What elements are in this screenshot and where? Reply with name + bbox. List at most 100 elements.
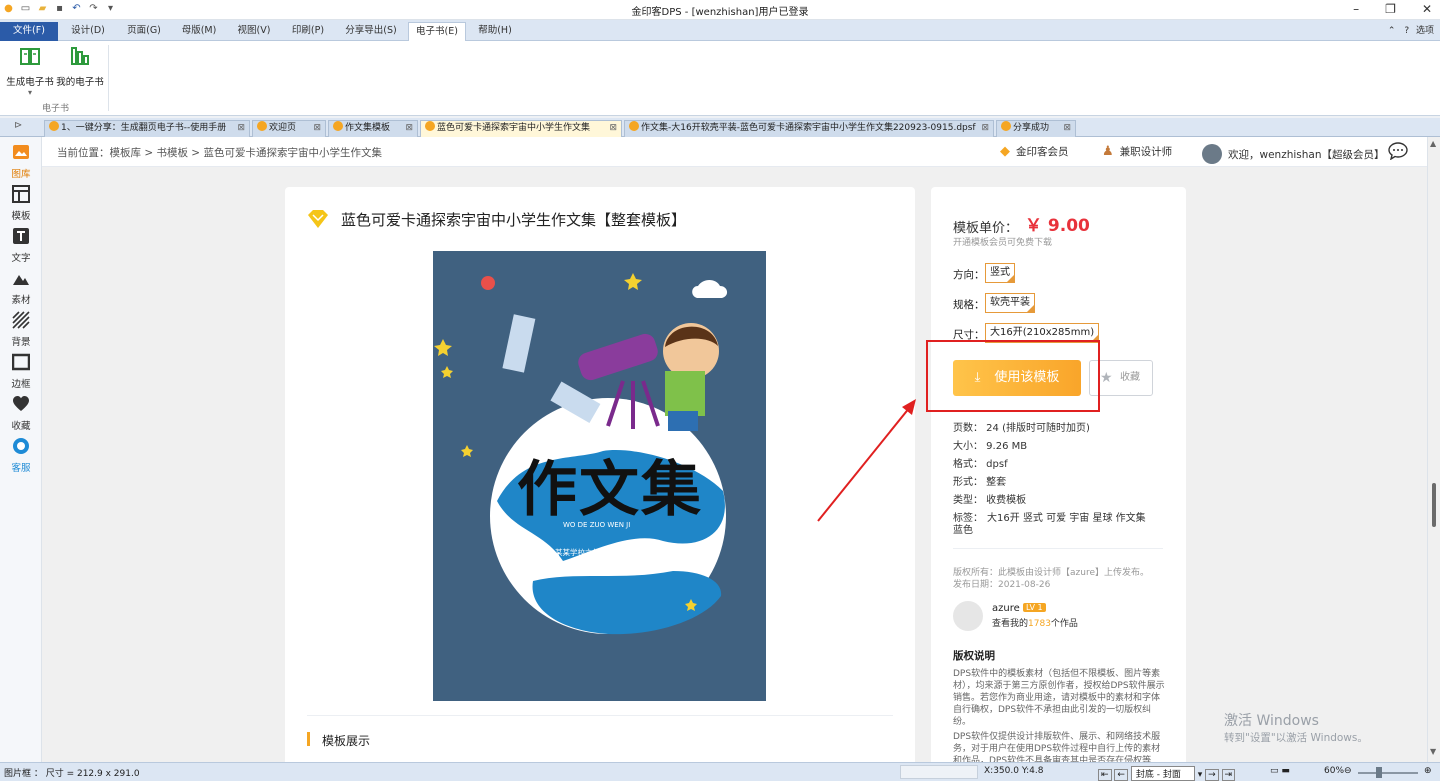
stripes-icon [12, 311, 30, 329]
tab-close-icon[interactable]: ⊠ [609, 121, 617, 136]
restore-icon[interactable]: ❐ [1385, 2, 1396, 16]
pages-info: 页数： 24 (排版时可随时加页) [953, 423, 1090, 434]
prev-page-icon[interactable]: ← [1114, 769, 1128, 781]
view-mode-icon[interactable]: ▭ ▬ [1270, 766, 1290, 776]
dropdown-arrow-icon[interactable]: ▾ [4, 88, 56, 97]
cover-big-title: 作文集 [517, 455, 703, 525]
menu-tab-print[interactable]: 印刷(P) [282, 22, 334, 41]
help-circle-icon[interactable]: ? [1404, 26, 1409, 36]
publish-date: 发布日期：2021-08-26 [953, 580, 1051, 590]
doc-tab-manual[interactable]: 1、一键分享：生成翻页电子书--使用手册 ⊠ [44, 120, 250, 137]
scroll-thumb[interactable] [1432, 483, 1436, 527]
options-link[interactable]: 选项 [1416, 26, 1434, 36]
status-coords: X:350.0 Y:4.8 [984, 766, 1044, 776]
first-page-icon[interactable]: ⇤ [1098, 769, 1112, 781]
spec-option[interactable]: 软壳平装 [985, 293, 1035, 313]
left-sidebar: 图库 模板 文字 素材 背景 边框 收藏 客服 [0, 137, 42, 762]
sidebar-item-border[interactable]: 边框 [0, 353, 42, 390]
sidebar-item-background[interactable]: 背景 [0, 311, 42, 348]
copyright-title: 版权说明 [953, 650, 995, 662]
menu-tab-share-export[interactable]: 分享导出(S) [336, 22, 406, 41]
tab-close-icon[interactable]: ⊠ [981, 121, 989, 136]
doc-tab-templates[interactable]: 作文集模板 ⊠ [328, 120, 418, 137]
tags-line1: 大16开 竖式 可爱 宇宙 星球 作文集 [987, 513, 1146, 524]
menu-tab-design[interactable]: 设计(D) [62, 22, 114, 41]
cover-subtitle: WO DE ZUO WEN JI [563, 521, 631, 529]
activation-watermark-text: 转到"设置"以激活 Windows。 [1224, 732, 1368, 744]
tab-close-icon[interactable]: ⊠ [1063, 121, 1071, 136]
my-ebook-button[interactable]: 我的电子书 [54, 45, 106, 88]
ebook-icon [20, 48, 40, 65]
panel-toggle-icon[interactable]: ⊳ [14, 120, 22, 131]
collapse-icon[interactable]: ⌃ [1388, 26, 1396, 36]
menu-tab-file[interactable]: 文件(F) [0, 22, 58, 41]
page-select-arrow-icon[interactable]: ▾ [1198, 770, 1203, 780]
minimize-icon[interactable]: – [1353, 2, 1359, 16]
author-row: azure LV 1 [992, 603, 1046, 614]
tab-icon [425, 121, 435, 131]
sidebar-item-material[interactable]: 素材 [0, 269, 42, 306]
activation-watermark-title: 激活 Windows [1224, 713, 1319, 729]
section-accent-bar [307, 732, 310, 746]
template-detail-card: 模板单价： ￥ 9.00 开通模板会员可免费下载 方向： 竖式 规格： 软壳平装… [931, 187, 1186, 762]
direction-option[interactable]: 竖式 [985, 263, 1015, 283]
menu-tab-help[interactable]: 帮助(H) [468, 22, 522, 41]
tab-close-icon[interactable]: ⊠ [237, 121, 245, 136]
menu-right: ⌃ ? 选项 [1388, 23, 1434, 36]
chat-icon[interactable] [1388, 142, 1408, 160]
doc-tab-current-template[interactable]: 蓝色可爱卡通探索宇宙中小学生作文集 ⊠ [420, 120, 622, 137]
status-frame-info: 图片框 ： 尺寸 = 212.9 x 291.0 [4, 769, 140, 779]
member-link[interactable]: ◆ 金印客会员 [1000, 144, 1069, 159]
zoom-slider[interactable] [1358, 772, 1418, 774]
tab-close-icon[interactable]: ⊠ [405, 121, 413, 136]
tab-icon [629, 121, 639, 131]
user-welcome[interactable]: 欢迎，wenzhishan【超级会员】 [1202, 144, 1385, 164]
doc-tab-welcome[interactable]: 欢迎页 ⊠ [252, 120, 326, 137]
menu-tab-ebook[interactable]: 电子书(E) [408, 22, 466, 41]
tab-icon [1001, 121, 1011, 131]
author-avatar[interactable] [953, 601, 983, 631]
section-title: 模板展示 [322, 734, 371, 748]
status-input[interactable] [900, 765, 978, 779]
price-value: ￥ 9.00 [1025, 216, 1090, 236]
page-select[interactable]: 封底 - 封面 [1130, 766, 1195, 781]
generate-ebook-button[interactable]: 生成电子书 ▾ [4, 45, 56, 97]
close-icon[interactable]: ✕ [1422, 2, 1432, 16]
zoom-in-icon[interactable]: ⊕ [1424, 766, 1432, 776]
avatar [1202, 144, 1222, 164]
tags-line2: 蓝色 [953, 525, 973, 536]
doc-tab-share-success[interactable]: 分享成功 ⊠ [996, 120, 1076, 137]
zoom-slider-thumb[interactable] [1376, 767, 1382, 778]
tab-icon [49, 121, 59, 131]
menu-tab-page[interactable]: 页面(G) [118, 22, 170, 41]
sidebar-item-text[interactable]: 文字 [0, 227, 42, 264]
author-works-link[interactable]: 查看我的1783个作品 [992, 616, 1078, 629]
sidebar-item-service[interactable]: 客服 [0, 437, 42, 474]
type-info: 类型： 收费模板 [953, 495, 1027, 506]
next-page-icon[interactable]: → [1205, 769, 1219, 781]
sidebar-item-gallery[interactable]: 图库 [0, 143, 42, 180]
menu-tab-view[interactable]: 视图(V) [228, 22, 280, 41]
scroll-down-icon[interactable]: ▼ [1430, 747, 1436, 756]
bookshelf-icon [71, 47, 89, 65]
zoom-out-icon[interactable]: ⊖ [1344, 766, 1352, 776]
heart-icon [13, 396, 29, 411]
designer-icon: ♟ [1102, 144, 1114, 159]
last-page-icon[interactable]: ⇥ [1221, 769, 1236, 781]
format-info: 格式： dpsf [953, 459, 1008, 470]
scroll-up-icon[interactable]: ▲ [1430, 139, 1436, 148]
sidebar-item-template[interactable]: 模板 [0, 185, 42, 222]
author-name[interactable]: azure [992, 603, 1020, 614]
sidebar-item-favorites[interactable]: 收藏 [0, 395, 42, 432]
vertical-scrollbar[interactable]: ▲ ▼ [1427, 137, 1440, 762]
cover-preview-image[interactable]: 作文集 WO DE ZUO WEN JI 某某学校六年级（）班 张同学 [433, 251, 766, 701]
frame-icon [11, 353, 31, 371]
page-nav: ⇤ ← 封底 - 封面 ▾ → ⇥ [1098, 766, 1236, 781]
doc-tab-dpsf-file[interactable]: 作文集-大16开软壳平装-蓝色可爱卡通探索宇宙中小学生作文集220923-091… [624, 120, 994, 137]
price-label: 模板单价： [953, 221, 1019, 236]
tab-close-icon[interactable]: ⊠ [313, 121, 321, 136]
copyright-paragraph-2: DPS软件仅提供设计排版软件、展示、和网络技术服务，对于用户在使用DPS软件过程… [953, 732, 1161, 762]
menu-tab-master[interactable]: 母版(M) [172, 22, 226, 41]
designer-link[interactable]: ♟ 兼职设计师 [1102, 144, 1172, 159]
direction-label: 方向： [953, 269, 985, 281]
